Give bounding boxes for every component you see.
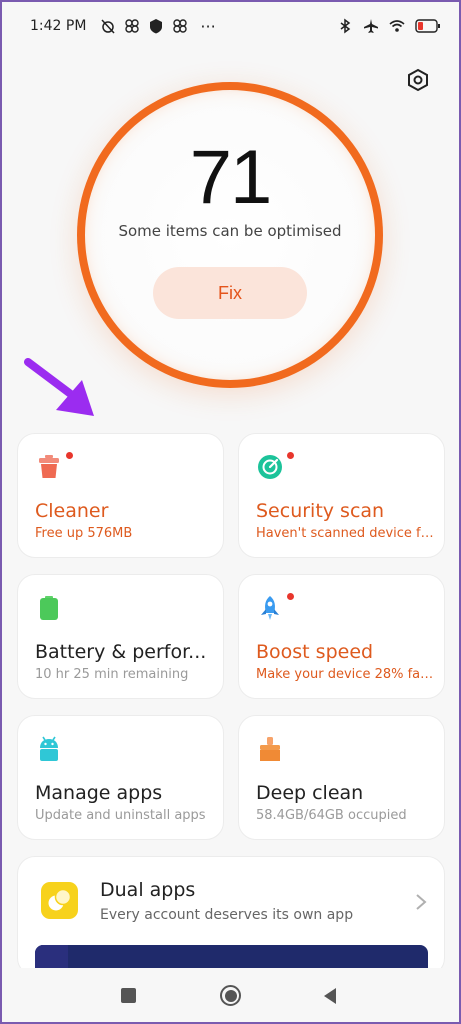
card-title: Boost speed <box>256 641 374 663</box>
battery-card-icon <box>40 596 58 620</box>
dual-apps-card[interactable]: Dual apps Every account deserves its own… <box>17 856 445 976</box>
pinwheel-icon <box>124 18 140 34</box>
wifi-icon <box>389 18 405 34</box>
card-manage-apps[interactable]: Manage apps Update and uninstall apps <box>17 715 224 840</box>
android-icon <box>40 736 58 761</box>
card-deep-clean[interactable]: Deep clean 58.4GB/64GB occupied <box>238 715 445 840</box>
card-battery-performance[interactable]: Battery & perfor... 10 hr 25 min remaini… <box>17 574 224 699</box>
alert-dot <box>287 593 294 600</box>
dual-apps-icon <box>41 882 78 919</box>
card-subtitle: Free up 576MB <box>35 526 133 541</box>
chevron-right-icon <box>416 894 427 910</box>
dual-apps-title: Dual apps <box>100 879 196 901</box>
hexagon-settings-icon <box>408 68 428 92</box>
settings-button[interactable] <box>404 66 432 94</box>
card-security-scan[interactable]: Security scan Haven't scanned device fo.… <box>238 433 445 558</box>
shield-app-icon <box>148 18 164 34</box>
airplane-icon <box>363 18 379 34</box>
card-cleaner[interactable]: Cleaner Free up 576MB <box>17 433 224 558</box>
score-value: 71 <box>189 135 273 220</box>
back-button[interactable] <box>322 986 338 1006</box>
trash-icon <box>39 455 59 478</box>
card-title: Battery & perfor... <box>35 641 207 663</box>
recents-button[interactable] <box>121 988 136 1003</box>
status-bar: 1:42 PM ··· <box>0 0 461 52</box>
card-title: Cleaner <box>35 500 109 522</box>
bluetooth-icon <box>337 18 353 34</box>
battery-icon <box>415 19 441 33</box>
card-title: Deep clean <box>256 782 364 804</box>
home-button[interactable] <box>220 985 241 1006</box>
card-subtitle: 58.4GB/64GB occupied <box>256 808 407 823</box>
dual-apps-subtitle: Every account deserves its own app <box>100 907 354 923</box>
status-time: 1:42 PM <box>30 18 87 34</box>
card-title: Security scan <box>256 500 385 522</box>
fix-button[interactable]: Fix <box>153 267 307 319</box>
card-subtitle: Make your device 28% fas... <box>256 667 438 682</box>
card-subtitle: 10 hr 25 min remaining <box>35 667 189 682</box>
more-dots-icon: ··· <box>200 16 216 36</box>
security-score-ring: 71 Some items can be optimised Fix <box>77 82 383 388</box>
navigation-bar <box>0 968 461 1024</box>
card-title: Manage apps <box>35 782 163 804</box>
alert-dot <box>287 452 294 459</box>
annotation-arrow-icon <box>24 358 94 416</box>
no-alarm-icon <box>100 18 116 34</box>
card-boost-speed[interactable]: Boost speed Make your device 28% fas... <box>238 574 445 699</box>
pinwheel-icon <box>172 18 188 34</box>
card-subtitle: Haven't scanned device fo... <box>256 526 438 541</box>
alert-dot <box>66 452 73 459</box>
security-scan-icon <box>258 455 282 479</box>
card-subtitle: Update and uninstall apps <box>35 808 206 823</box>
rocket-icon <box>261 596 279 620</box>
home-circle-icon <box>224 989 237 1002</box>
brush-icon <box>260 737 280 761</box>
score-caption: Some items can be optimised <box>118 222 342 240</box>
